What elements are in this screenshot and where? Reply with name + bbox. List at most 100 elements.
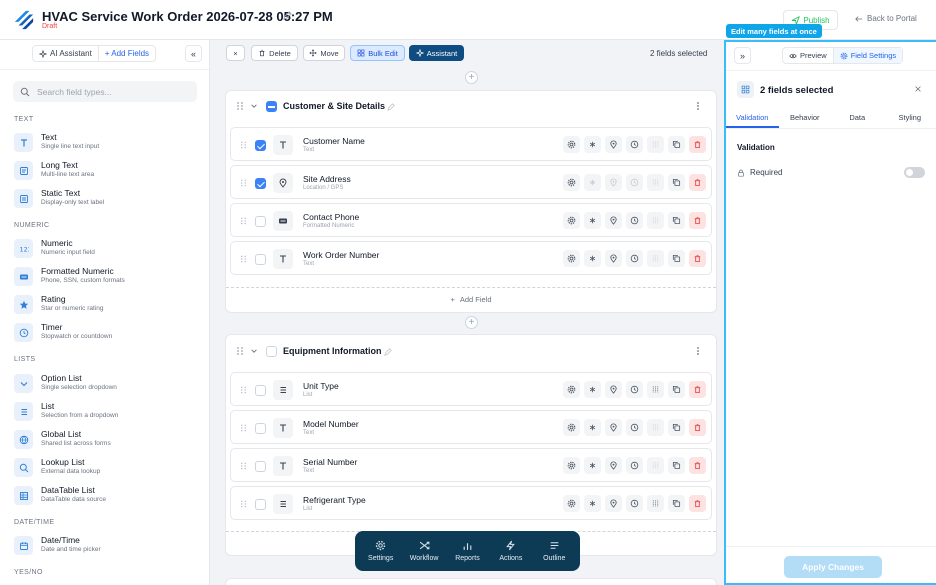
field-row-contact-phone[interactable]: Contact Phone Formatted Numeric <box>230 203 712 237</box>
edit-section-icon[interactable] <box>387 103 395 111</box>
history-button[interactable] <box>626 174 643 191</box>
drag-handle-icon[interactable] <box>240 499 247 509</box>
required-toggle-button[interactable] <box>584 250 601 267</box>
insert-section-button[interactable]: + <box>465 316 478 329</box>
location-button[interactable] <box>605 419 622 436</box>
required-toggle-button[interactable] <box>584 381 601 398</box>
apply-changes-button[interactable]: Apply Changes <box>784 556 882 578</box>
tab-ai-assistant[interactable]: AI Assistant <box>33 46 99 61</box>
dock-settings[interactable]: Settings <box>360 540 402 562</box>
field-type-lookup-list[interactable]: Lookup List External data lookup <box>14 455 204 481</box>
history-button[interactable] <box>626 495 643 512</box>
delete-field-button[interactable] <box>689 250 706 267</box>
tab-field-settings[interactable]: Field Settings <box>832 48 903 63</box>
field-type-long-text[interactable]: Long Text Multi-line text area <box>14 158 204 184</box>
subtab-behavior[interactable]: Behavior <box>779 111 832 128</box>
field-settings-button[interactable] <box>563 419 580 436</box>
field-row-unit-type[interactable]: Unit Type List <box>230 372 712 406</box>
history-button[interactable] <box>626 457 643 474</box>
history-button[interactable] <box>626 136 643 153</box>
delete-field-button[interactable] <box>689 495 706 512</box>
field-row-customer-name[interactable]: Customer Name Text <box>230 127 712 161</box>
chevron-down-icon[interactable] <box>250 347 258 355</box>
field-type-timer[interactable]: Timer Stopwatch or countdown <box>14 320 204 346</box>
move-button[interactable]: Move <box>303 45 345 61</box>
drag-handle-icon[interactable] <box>240 140 247 150</box>
section-checkbox[interactable] <box>266 101 277 112</box>
history-button[interactable] <box>626 419 643 436</box>
field-settings-button[interactable] <box>563 174 580 191</box>
field-settings-button[interactable] <box>563 250 580 267</box>
drag-handle-icon[interactable] <box>240 423 247 433</box>
delete-field-button[interactable] <box>689 457 706 474</box>
field-settings-button[interactable] <box>563 495 580 512</box>
field-checkbox[interactable] <box>255 216 266 227</box>
back-to-portal-link[interactable]: Back to Portal <box>855 14 917 23</box>
drag-handle-icon[interactable] <box>240 216 247 226</box>
drag-handle-icon[interactable] <box>240 385 247 395</box>
subtab-validation[interactable]: Validation <box>726 111 779 128</box>
close-selection-button[interactable]: × <box>226 45 245 61</box>
duplicate-button[interactable] <box>668 381 685 398</box>
location-button[interactable] <box>605 136 622 153</box>
field-type-global-list[interactable]: Global List Shared list across forms <box>14 427 204 453</box>
duplicate-button[interactable] <box>668 457 685 474</box>
duplicate-button[interactable] <box>668 174 685 191</box>
field-settings-button[interactable] <box>563 212 580 229</box>
field-type-formatted-numeric[interactable]: Formatted Numeric Phone, SSN, custom for… <box>14 264 204 290</box>
history-button[interactable] <box>626 212 643 229</box>
more-options-icon[interactable] <box>694 101 702 111</box>
subtab-data[interactable]: Data <box>831 111 884 128</box>
search-field-types[interactable] <box>13 81 197 102</box>
field-row-site-address[interactable]: Site Address Location / GPS <box>230 165 712 199</box>
tab-add-fields[interactable]: + Add Fields <box>99 46 155 61</box>
required-toggle-button[interactable] <box>584 495 601 512</box>
location-button[interactable] <box>605 174 622 191</box>
options-button[interactable] <box>647 457 664 474</box>
field-settings-button[interactable] <box>563 381 580 398</box>
duplicate-button[interactable] <box>668 250 685 267</box>
location-button[interactable] <box>605 495 622 512</box>
field-type-date-time[interactable]: Date/Time Date and time picker <box>14 533 204 559</box>
required-toggle-button[interactable] <box>584 457 601 474</box>
delete-field-button[interactable] <box>689 212 706 229</box>
field-type-text[interactable]: Text Single line text input <box>14 130 204 156</box>
dock-actions[interactable]: Actions <box>490 540 532 562</box>
drag-handle-icon[interactable] <box>240 461 247 471</box>
field-type-rating[interactable]: Rating Star or numeric rating <box>14 292 204 318</box>
delete-field-button[interactable] <box>689 381 706 398</box>
bulk-edit-button[interactable]: Bulk Edit <box>350 45 405 61</box>
field-type-datatable-list[interactable]: DataTable List DataTable data source <box>14 483 204 509</box>
duplicate-button[interactable] <box>668 495 685 512</box>
options-button[interactable] <box>647 495 664 512</box>
field-checkbox[interactable] <box>255 499 266 510</box>
field-row-work-order-number[interactable]: Work Order Number Text <box>230 241 712 275</box>
section-checkbox[interactable] <box>266 346 277 357</box>
history-button[interactable] <box>626 250 643 267</box>
field-row-refrigerant-type[interactable]: Refrigerant Type List <box>230 486 712 520</box>
duplicate-button[interactable] <box>668 212 685 229</box>
field-settings-button[interactable] <box>563 457 580 474</box>
field-checkbox[interactable] <box>255 461 266 472</box>
location-button[interactable] <box>605 381 622 398</box>
drag-handle-icon[interactable] <box>240 178 247 188</box>
delete-field-button[interactable] <box>689 174 706 191</box>
tab-preview[interactable]: Preview <box>783 48 833 63</box>
required-toggle-button[interactable] <box>584 419 601 436</box>
add-field-button[interactable]: + Add Field <box>226 287 716 311</box>
chevron-down-icon[interactable] <box>250 102 258 110</box>
edit-section-icon[interactable] <box>384 348 392 356</box>
options-button[interactable] <box>647 136 664 153</box>
assistant-button[interactable]: Assistant <box>409 45 464 61</box>
field-settings-button[interactable] <box>563 136 580 153</box>
delete-field-button[interactable] <box>689 419 706 436</box>
field-row-serial-number[interactable]: Serial Number Text <box>230 448 712 482</box>
dock-reports[interactable]: Reports <box>446 540 488 562</box>
insert-section-button[interactable]: + <box>465 71 478 84</box>
options-button[interactable] <box>647 250 664 267</box>
delete-button[interactable]: Delete <box>251 45 298 61</box>
field-checkbox[interactable] <box>255 385 266 396</box>
duplicate-button[interactable] <box>668 136 685 153</box>
edit-title-icon[interactable] <box>283 11 292 20</box>
options-button[interactable] <box>647 381 664 398</box>
